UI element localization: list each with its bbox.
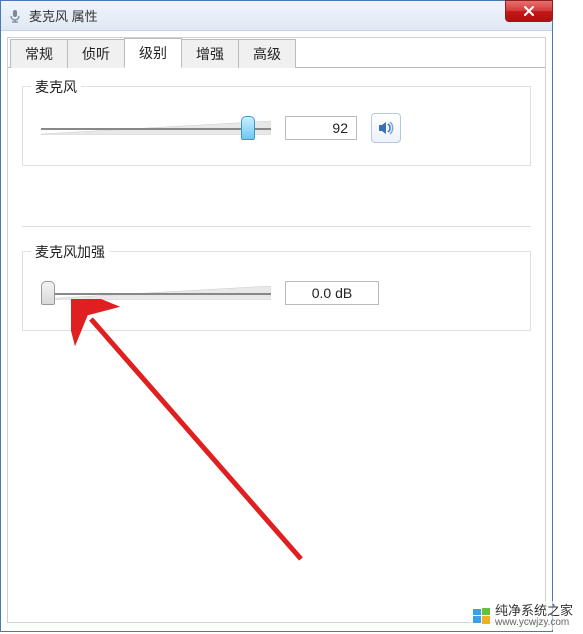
tab-general[interactable]: 常规 (10, 39, 68, 68)
microphone-group: 麦克风 (22, 86, 531, 166)
boost-label: 麦克风加强 (31, 242, 109, 262)
tab-enhancements[interactable]: 增强 (181, 39, 239, 68)
mute-button[interactable] (371, 113, 401, 143)
boost-group: 麦克风加强 (22, 251, 531, 331)
boost-row (41, 278, 512, 308)
microphone-label: 麦克风 (31, 77, 81, 97)
boost-slider-thumb[interactable] (41, 281, 55, 305)
content-frame: 常规 侦听 级别 增强 高级 麦克风 (7, 37, 546, 623)
boost-value[interactable] (285, 281, 379, 305)
window-title: 麦克风 属性 (29, 6, 98, 25)
microphone-slider-thumb[interactable] (241, 116, 255, 140)
watermark-url: www.ycwjzy.com (495, 618, 573, 628)
tab-levels[interactable]: 级别 (124, 38, 182, 68)
watermark-text: 纯净系统之家 www.ycwjzy.com (495, 603, 573, 628)
tab-content-levels: 麦克风 (8, 68, 545, 409)
tabstrip: 常规 侦听 级别 增强 高级 (8, 38, 545, 68)
microphone-value[interactable] (285, 116, 357, 140)
tab-advanced[interactable]: 高级 (238, 39, 296, 68)
watermark-brand: 纯净系统之家 (495, 603, 573, 618)
microphone-slider[interactable] (41, 113, 271, 143)
titlebar: 麦克风 属性 (1, 1, 552, 31)
microphone-icon (7, 8, 23, 24)
tab-listen[interactable]: 侦听 (67, 39, 125, 68)
boost-slider[interactable] (41, 278, 271, 308)
close-icon (523, 5, 535, 17)
watermark: 纯净系统之家 www.ycwjzy.com (469, 601, 577, 630)
close-button[interactable] (505, 0, 553, 22)
divider (22, 226, 531, 227)
microphone-row (41, 113, 512, 143)
dialog-window: 麦克风 属性 常规 侦听 级别 增强 高级 麦克风 (0, 0, 553, 632)
speaker-icon (377, 119, 395, 137)
windows-logo-icon (473, 607, 491, 625)
